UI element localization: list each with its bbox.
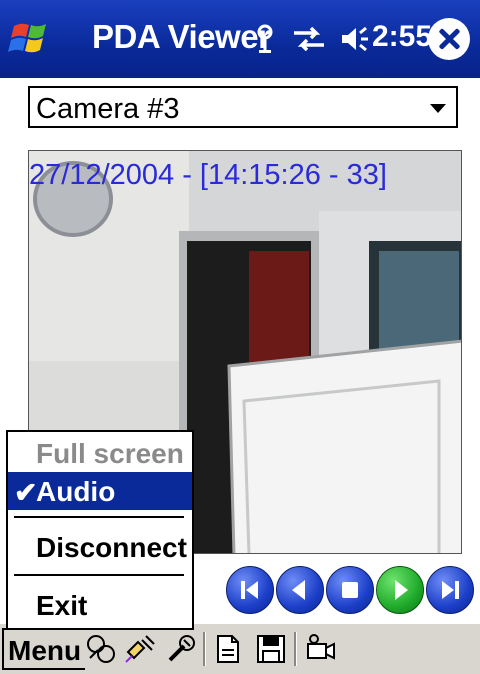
title-bar: PDA Viewer 2:55 [0, 0, 480, 78]
toolbar-separator [203, 632, 206, 666]
clock[interactable]: 2:55 [372, 20, 432, 54]
play-icon [395, 580, 408, 600]
save-icon[interactable] [254, 632, 288, 666]
menu-item-exit[interactable]: Exit [8, 586, 192, 624]
skip-back-icon [241, 581, 258, 599]
play-button[interactable] [376, 566, 424, 614]
skip-forward-button[interactable] [426, 566, 474, 614]
settings-icon[interactable] [164, 632, 198, 666]
start-logo-icon[interactable] [8, 16, 54, 62]
connect-icon[interactable] [124, 632, 158, 666]
menu-item-audio[interactable]: ✔ Audio [8, 472, 192, 510]
rewind-button[interactable] [276, 566, 324, 614]
menu-item-label: Disconnect [36, 532, 187, 563]
chevron-down-icon[interactable] [430, 104, 446, 113]
skip-forward-icon [442, 581, 459, 599]
check-icon: ✔ [14, 477, 38, 508]
menu-item-label: Full screen [36, 438, 184, 469]
rewind-icon [292, 580, 305, 600]
popup-menu: Full screen ✔ Audio Disconnect Exit [6, 430, 194, 630]
menu-item-disconnect[interactable]: Disconnect [8, 528, 192, 566]
menu-item-full-screen: Full screen [8, 434, 192, 472]
skip-back-button[interactable] [226, 566, 274, 614]
stop-icon [342, 582, 358, 598]
toolbar-separator [294, 632, 297, 666]
stop-button[interactable] [326, 566, 374, 614]
camera-record-icon[interactable] [304, 632, 338, 666]
menu-button[interactable]: Menu [2, 628, 86, 670]
menu-item-label: Exit [36, 590, 88, 621]
camera-select[interactable]: Camera #3 [28, 86, 458, 128]
camera-select-value: Camera #3 [36, 93, 180, 125]
video-timestamp: 27/12/2004 - [14:15:26 - 33] [29, 159, 387, 191]
menu-separator [14, 574, 184, 576]
snapshot-icon[interactable] [212, 632, 246, 666]
network-icon[interactable] [84, 632, 118, 666]
sync-icon[interactable] [292, 24, 326, 54]
menu-item-label: Audio [36, 476, 116, 507]
app-title: PDA Viewer [92, 18, 271, 55]
menu-separator [14, 516, 184, 518]
connectivity-icon[interactable] [252, 22, 278, 56]
speaker-icon[interactable] [340, 24, 370, 54]
close-button[interactable] [428, 18, 470, 60]
